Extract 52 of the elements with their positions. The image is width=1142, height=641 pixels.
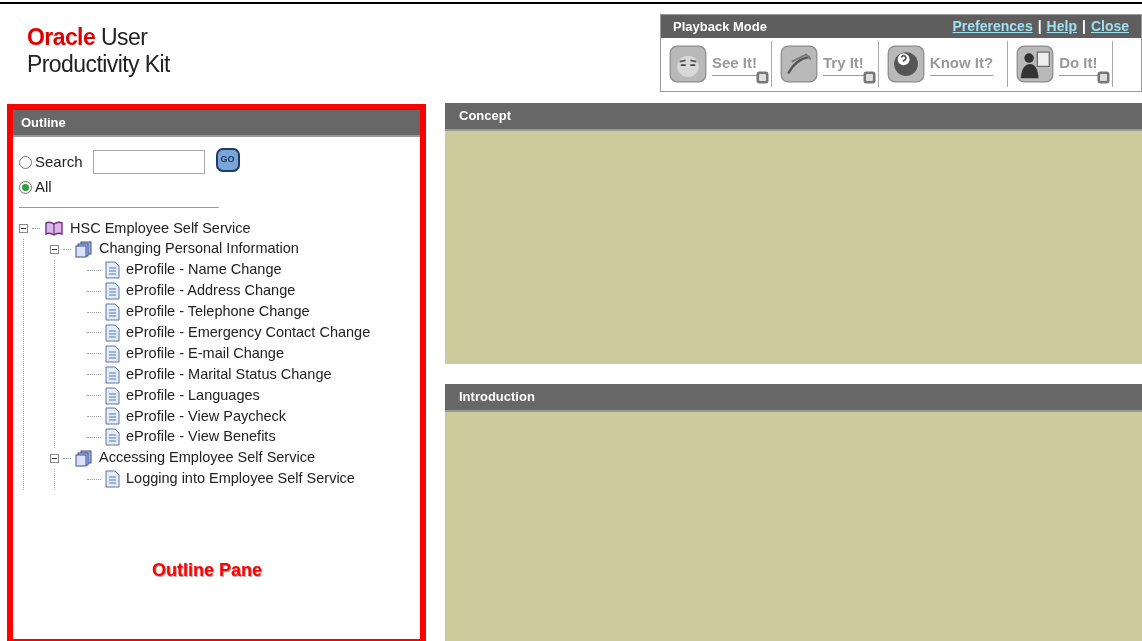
- radio-button[interactable]: [19, 155, 32, 169]
- panel-title: Introduction: [459, 388, 535, 407]
- radio-label: Search: [35, 151, 83, 172]
- radio-label: All: [35, 176, 52, 197]
- tree-item[interactable]: eProfile - View Benefits: [126, 426, 276, 449]
- tree-item[interactable]: Changing Personal Information: [99, 238, 299, 261]
- tree-item[interactable]: Logging into Employee Self Service: [126, 468, 355, 490]
- tree-item[interactable]: HSC Employee Self Service: [70, 217, 251, 240]
- tree-item[interactable]: eProfile - Name Change: [126, 259, 282, 282]
- radio-button[interactable]: [19, 180, 32, 194]
- stacked-pages-icon: [75, 449, 93, 467]
- document-icon: [105, 261, 120, 280]
- panel-title: Playback Mode: [673, 17, 767, 36]
- tree-item[interactable]: Accessing Employee Self Service: [99, 447, 315, 470]
- document-icon: [105, 303, 120, 321]
- search-field[interactable]: [92, 150, 205, 174]
- annotation-label: Outline Pane: [152, 559, 263, 582]
- tree-item[interactable]: eProfile - E-mail Change: [126, 342, 284, 365]
- document-icon: [105, 470, 120, 489]
- tree-item[interactable]: eProfile - View Paycheck: [126, 405, 287, 428]
- book-icon: [44, 220, 64, 237]
- panel-title: Concept: [459, 107, 511, 126]
- stacked-pages-icon: [75, 240, 93, 258]
- collapse-icon[interactable]: [19, 223, 28, 233]
- header-link[interactable]: Close: [1090, 16, 1129, 37]
- link-separator: |: [1037, 17, 1042, 36]
- mode-icon: [669, 45, 707, 83]
- tree-item[interactable]: eProfile - Languages: [126, 384, 260, 407]
- link-separator: |: [1081, 17, 1086, 36]
- document-icon: [105, 407, 120, 426]
- document-icon: [105, 282, 120, 301]
- collapse-icon[interactable]: [50, 244, 59, 254]
- tree-item[interactable]: eProfile - Telephone Change: [126, 301, 310, 323]
- product-name: Productivity Kit: [27, 51, 172, 78]
- document-icon: [105, 365, 120, 384]
- brand-name: Oracle: [27, 24, 96, 50]
- mode-icon: [1016, 45, 1055, 83]
- collapse-icon[interactable]: [50, 453, 59, 463]
- document-icon: [105, 344, 120, 363]
- tree-item[interactable]: eProfile - Address Change: [126, 280, 296, 302]
- header-link[interactable]: Help: [1046, 16, 1077, 37]
- go-button[interactable]: GO: [215, 148, 240, 172]
- mode-icon: [780, 45, 818, 83]
- mode-icon: [886, 45, 925, 83]
- document-icon: [105, 323, 120, 342]
- tree-item[interactable]: eProfile - Marital Status Change: [126, 363, 332, 386]
- document-icon: [105, 428, 120, 447]
- pane-title: Outline: [21, 113, 66, 132]
- tree-item[interactable]: eProfile - Emergency Contact Change: [126, 322, 371, 344]
- product-name: User: [101, 24, 148, 50]
- header-link[interactable]: Preferences: [952, 16, 1033, 37]
- document-icon: [105, 386, 120, 405]
